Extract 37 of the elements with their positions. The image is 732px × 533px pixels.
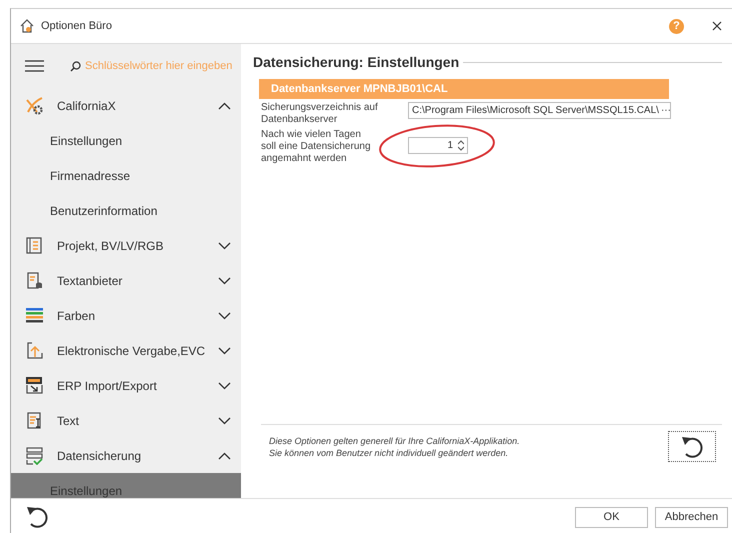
import-export-icon [25,376,44,395]
close-icon[interactable] [712,21,722,31]
reset-button[interactable] [668,431,716,462]
checklist-icon [25,446,44,465]
sidebar-group[interactable]: Textanbieter [11,263,241,298]
tools-icon [25,96,44,115]
sidebar-item[interactable]: Firmenadresse [11,158,241,193]
sidebar-group[interactable]: Elektronische Vergabe,EVC [11,333,241,368]
sidebar-group[interactable]: Datensicherung [11,438,241,473]
document-icon [25,236,44,255]
sidebar-group[interactable]: CaliforniaX [11,88,241,123]
path-field[interactable]: C:\Program Files\Microsoft SQL Server\MSSQL15.CAL\ ··· [408,102,671,119]
number-field[interactable]: 1 [408,137,468,154]
window-title: Optionen Büro [41,20,113,32]
sidebar-item[interactable]: Einstellungen [11,123,241,158]
ok-button[interactable]: OK [575,506,648,528]
field-label: Sicherungsverzeichnis auf Datenbankserver [261,102,379,126]
sidebar-group[interactable]: Projekt, BV/LV/RGB [11,228,241,263]
home-gear-icon [19,18,35,34]
sidebar-group[interactable]: Text [11,403,241,438]
group-header: Datenbankserver MPNBJB01\CAL [259,79,669,99]
field-label: Nach wie vielen Tagen soll eine Datensicherung angemahnt werden [261,129,372,165]
search-field[interactable]: Schlüsselwörter hier eingeben [85,60,241,72]
color-bars-icon [25,306,44,325]
cancel-button[interactable]: Abbrechen [655,506,728,528]
info-note: Diese Optionen gelten generell für Ihre CaliforniaX-Applikation. Sie können vom Benutzer nicht individuell geändert werden. [269,435,520,459]
section-heading: Datensicherung: Einstellungen [253,54,460,70]
browse-button[interactable]: ··· [660,105,671,116]
search-icon [70,60,81,72]
document-icon [25,271,44,290]
sidebar-group[interactable]: Farben [11,298,241,333]
sidebar-item[interactable]: Benutzerinformation [11,193,241,228]
sidebar-group[interactable]: ERP Import/Export [11,368,241,403]
upload-icon [25,341,44,360]
undo-icon [25,504,49,530]
spin-arrows-icon [458,140,464,151]
menu-icon [25,60,44,72]
